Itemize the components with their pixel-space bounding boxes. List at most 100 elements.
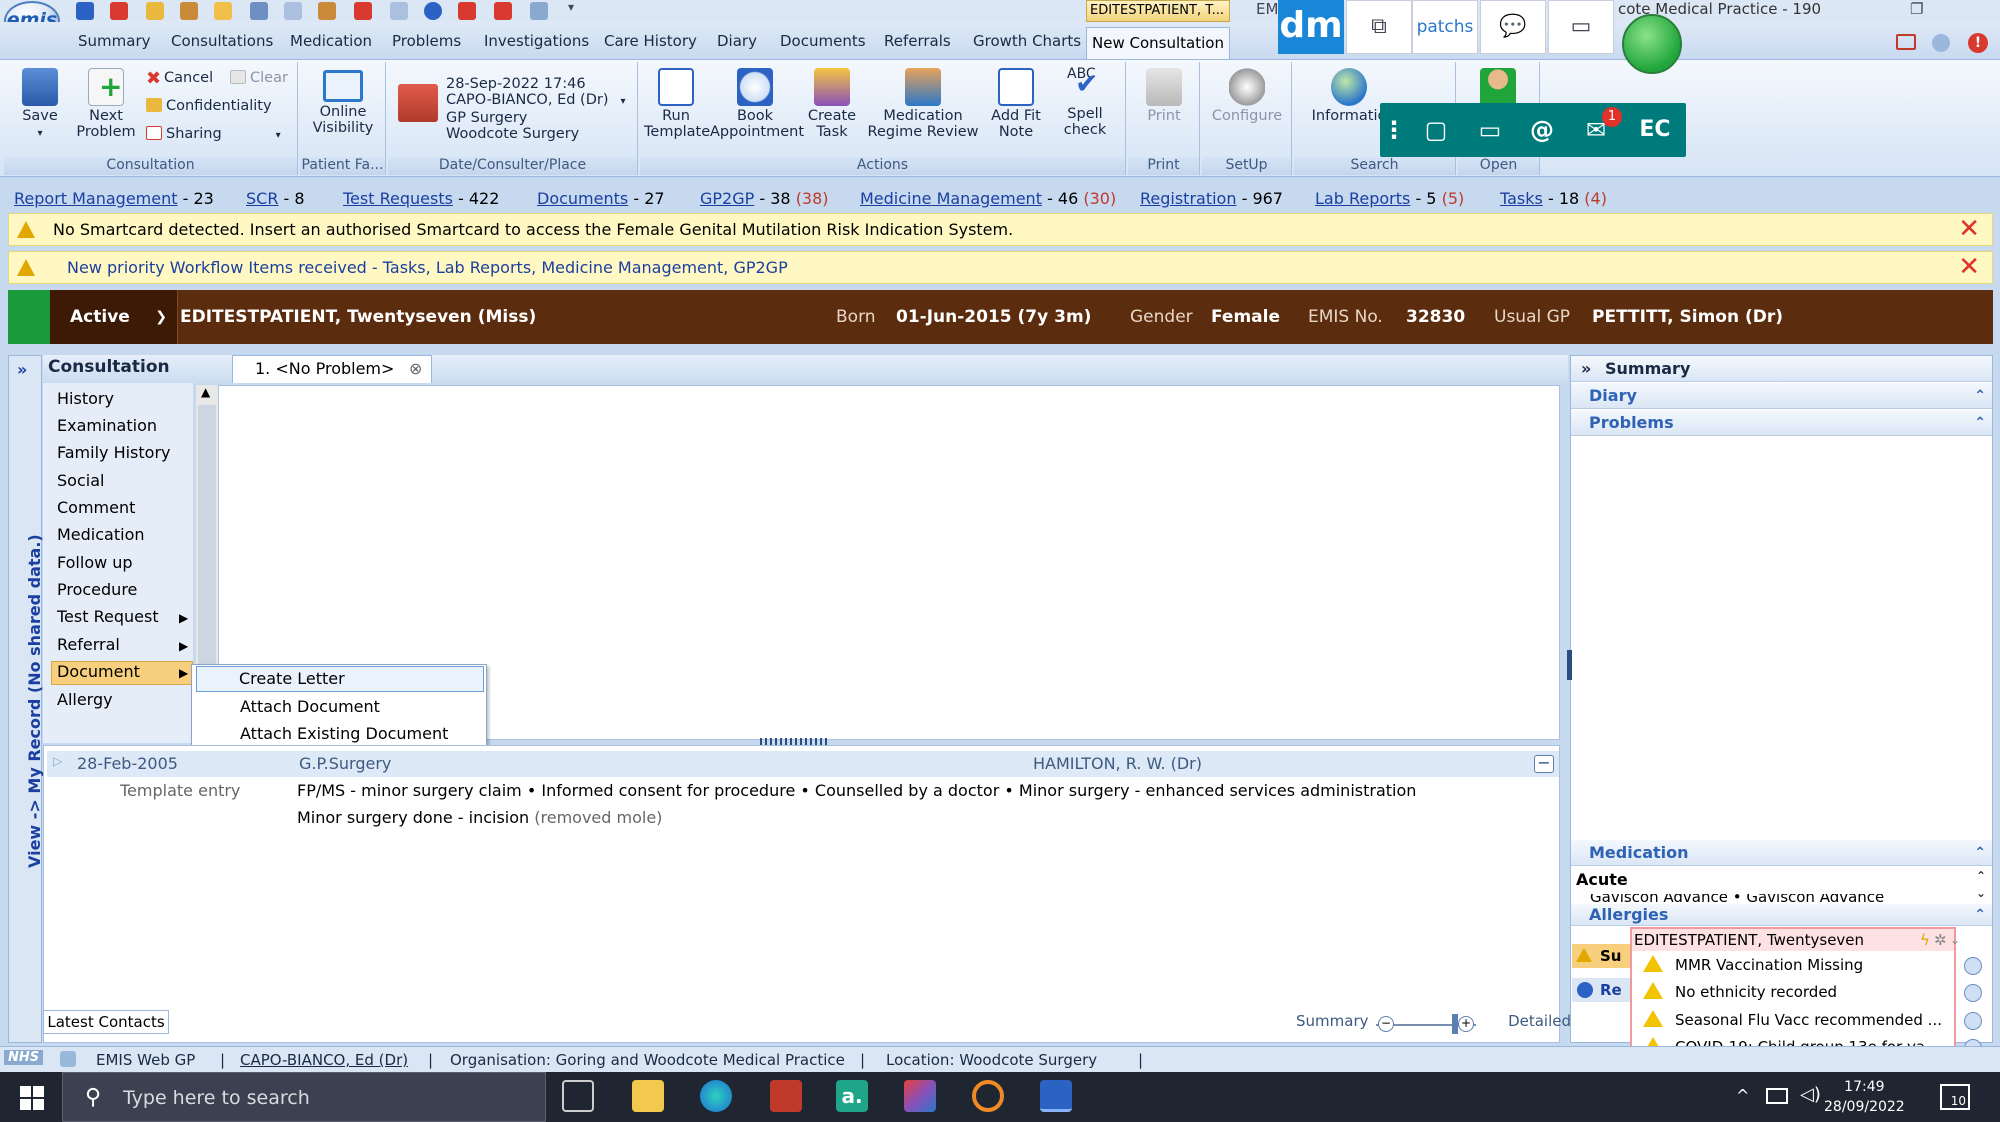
chevron-icon[interactable]: ⌃ [1974,410,1986,436]
zoom-in-icon[interactable]: + [1458,1016,1474,1032]
menu-medication[interactable]: Medication [57,525,145,544]
panel-splitter[interactable] [1567,650,1572,680]
medication-regime-review-button[interactable]: Medication Regime Review [864,68,982,140]
patient-status-dropdown[interactable]: Active ❯ [50,290,178,344]
close-record-icon[interactable] [110,2,128,20]
tab-summary[interactable]: Summary [78,32,151,50]
run-template-button[interactable]: Run Template [644,68,710,140]
scroll-up-icon[interactable]: ⌃ [1976,869,1986,883]
scroll-down-icon[interactable]: ⌄ [1976,886,1986,900]
windows-start-icon[interactable] [20,1086,44,1110]
alert-item[interactable]: No ethnicity recorded [1643,982,1837,1001]
tool-icon[interactable] [458,2,476,20]
help-icon[interactable] [1932,34,1950,52]
notifications-icon[interactable]: 10 [1940,1084,1970,1110]
tab-diary[interactable]: Diary [717,32,757,50]
dm-app-button[interactable]: dm [1278,0,1344,54]
spell-check-button[interactable]: ABC ✔ Spell check [1050,66,1120,138]
file-explorer-icon[interactable] [632,1080,664,1112]
restore-icon[interactable]: ❐ [1910,0,1923,18]
collapse-panel-icon[interactable]: » [1581,356,1591,382]
expand-entry-icon[interactable]: ▷ [53,754,62,768]
configure-button[interactable]: Configure [1206,68,1288,124]
bolt-icon[interactable]: ϟ [1920,929,1930,951]
pin-icon[interactable] [494,2,512,20]
create-letter-item[interactable]: Create Letter [196,666,484,692]
collapse-entry-icon[interactable]: − [1534,755,1554,773]
tab-referrals[interactable]: Referrals [884,32,951,50]
journal-entry-header[interactable]: ▷ 28-Feb-2005 G.P.Surgery HAMILTON, R. W… [47,751,1559,777]
detail-slider[interactable]: Summary Detailed [1296,1012,1571,1030]
edge-icon[interactable] [700,1080,732,1112]
workflow-lab-reports[interactable]: Lab Reports [1315,189,1410,208]
tab-medication[interactable]: Medication [290,32,372,50]
notes-icon[interactable] [390,2,408,20]
ec-button[interactable]: EC [1630,111,1680,149]
status-dot-icon[interactable] [1622,14,1682,74]
menu-test-request[interactable]: Test Request [57,607,159,626]
alert-info-icon[interactable] [1964,1012,1982,1030]
menu-allergy[interactable]: Allergy [57,690,113,709]
volume-icon[interactable]: ◁) [1800,1084,1821,1105]
tab-new-consultation[interactable]: New Consultation [1086,27,1230,59]
taskbar-search-input[interactable]: ⚲ Type here to search [62,1072,546,1122]
email-button[interactable]: @ [1522,111,1562,149]
chevron-icon[interactable]: ⌃ [1974,383,1986,409]
alert-info-icon[interactable] [1964,984,1982,1002]
menu-family-history[interactable]: Family History [57,443,171,462]
alert-icon[interactable]: ! [1968,33,1988,53]
alert-item[interactable]: MMR Vaccination Missing [1643,955,1863,974]
tab-documents[interactable]: Documents [780,32,866,50]
info-icon[interactable] [424,2,442,20]
slider-thumb[interactable] [1452,1014,1458,1034]
close-notice-icon[interactable]: ✕ [1958,252,1980,282]
summary-panel-header[interactable]: » Summary [1571,356,1992,382]
save-button[interactable]: Save ▾ [10,68,70,142]
diary-section[interactable]: Diary ⌃ [1571,383,1992,409]
tab-consultations[interactable]: Consultations [171,32,273,50]
problem-tab[interactable]: 1. <No Problem> ⊗ [232,355,432,383]
scroll-up-icon[interactable]: ▲ [201,385,210,399]
add-fit-note-button[interactable]: Add Fit Note [984,68,1048,140]
reminder-tab[interactable]: Re [1572,978,1630,1002]
video-call-icon[interactable]: ▭ [1470,111,1510,149]
book-appointment-button[interactable]: Book Appointment [710,68,804,140]
user-icon[interactable] [180,2,198,20]
chevron-down-icon[interactable]: ⌄ [1950,929,1960,951]
workflow-scr[interactable]: SCR [246,189,278,208]
sharing-button[interactable]: Sharing ▾ [146,126,281,142]
app-a-icon[interactable]: a. [836,1080,868,1112]
chevron-icon[interactable]: ⌃ [1974,840,1986,866]
medication-section[interactable]: Medication ⌃ [1571,840,1992,866]
date-consulter-place-button[interactable]: 28-Sep-2022 17:46 CAPO-BIANCO, Ed (Dr) ▾ … [446,76,626,142]
alert-item[interactable]: Seasonal Flu Vacc recommended ... [1643,1010,1942,1029]
menu-social[interactable]: Social [57,471,104,490]
calendar-icon[interactable] [250,2,268,20]
workflow-registration[interactable]: Registration [1140,189,1236,208]
workflow-gp2gp[interactable]: GP2GP [700,189,754,208]
chevron-icon[interactable]: ⌃ [1974,904,1986,926]
attach-icon[interactable] [530,2,548,20]
workflow-test-requests[interactable]: Test Requests [343,189,453,208]
tab-problems[interactable]: Problems [392,32,461,50]
document-icon[interactable] [284,2,302,20]
cancel-button[interactable]: ✖ Cancel [146,70,213,88]
open-button[interactable] [1478,68,1518,108]
workflow-report-management[interactable]: Report Management [14,189,178,208]
task-view-icon[interactable] [562,1080,594,1112]
users-icon[interactable] [318,2,336,20]
patchs-button[interactable]: patchs [1412,0,1478,54]
clear-button[interactable]: Clear [230,70,288,86]
menu-comment[interactable]: Comment [57,498,135,517]
menu-document[interactable]: Document [51,661,193,685]
online-visibility-button[interactable]: Online Visibility [304,70,382,136]
folder-icon[interactable] [214,2,232,20]
problems-section[interactable]: Problems ⌃ [1571,410,1992,436]
taskbar-clock[interactable]: 17:49 28/09/2022 [1824,1077,1905,1117]
allergies-section[interactable]: Allergies ⌃ [1571,904,1992,926]
alert-info-icon[interactable] [1964,957,1982,975]
next-problem-button[interactable]: + Next Problem [74,68,138,140]
menu-follow-up[interactable]: Follow up [57,553,133,572]
latest-contacts-tab[interactable]: Latest Contacts [43,1010,169,1034]
app-cross-icon[interactable] [904,1080,936,1112]
